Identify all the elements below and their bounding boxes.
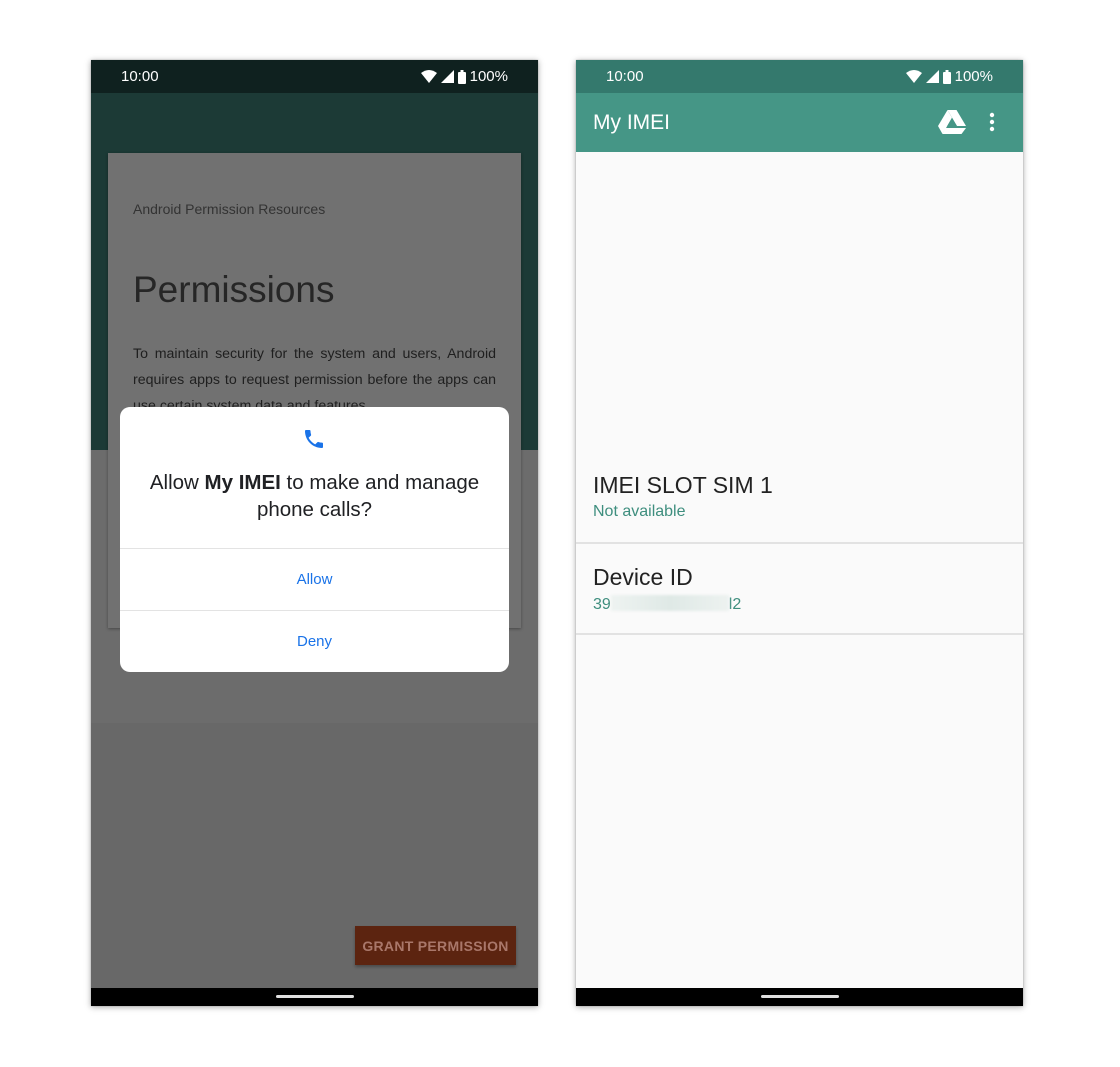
battery-percent: 100% [954, 68, 993, 85]
app-title: My IMEI [593, 111, 670, 134]
dialog-message-prefix: Allow [149, 471, 205, 494]
drive-icon[interactable] [938, 110, 966, 139]
card-eyebrow: Android Permission Resources [133, 201, 326, 217]
signal-icon [925, 70, 939, 83]
home-gesture-handle[interactable] [760, 995, 839, 998]
list-item-value: 39 l2 [593, 595, 741, 614]
home-gesture-handle[interactable] [275, 995, 354, 998]
battery-percent: 100% [469, 68, 508, 85]
list-item-title: Device ID [593, 564, 693, 590]
device-id-start: 39 [593, 596, 611, 613]
allow-button[interactable]: Allow [120, 549, 509, 611]
status-icons: 100% [420, 68, 508, 85]
list-divider [576, 633, 1023, 635]
wifi-icon [420, 70, 437, 83]
list-item-device-id[interactable]: Device ID 39 l2 [576, 544, 1023, 633]
list-item-title: IMEI SLOT SIM 1 [593, 472, 773, 498]
navigation-bar [576, 988, 1023, 1006]
wifi-icon [905, 70, 922, 83]
phone-right-screen: 10:00 100% My IMEI IMEI SLOT SIM 1 Not a… [576, 60, 1023, 1006]
deny-button[interactable]: Deny [120, 611, 509, 672]
battery-icon [942, 69, 951, 84]
dialog-message-suffix: to make and manage phone calls? [256, 471, 480, 521]
status-time: 10:00 [121, 68, 159, 85]
navigation-bar [91, 988, 538, 1006]
status-bar: 10:00 100% [91, 60, 538, 93]
status-time: 10:00 [606, 68, 644, 85]
permission-dialog: Allow My IMEI to make and manage phone c… [120, 407, 509, 672]
phone-left-screen: 10:00 100% Android Permission Resources … [91, 60, 538, 1006]
more-vert-icon[interactable] [989, 112, 995, 137]
device-id-end: l2 [728, 596, 742, 613]
status-bar: 10:00 100% [576, 60, 1023, 93]
list-item-imei-slot[interactable]: IMEI SLOT SIM 1 Not available [576, 460, 1023, 542]
dialog-message: Allow My IMEI to make and manage phone c… [120, 469, 509, 523]
dialog-app-name: My IMEI [204, 471, 281, 494]
redacted-blur [610, 595, 729, 611]
app-bar: My IMEI [576, 93, 1023, 152]
list-item-value: Not available [593, 503, 686, 520]
battery-icon [457, 69, 466, 84]
signal-icon [440, 70, 454, 83]
card-title: Permissions [133, 269, 335, 310]
grant-permission-button[interactable]: GRANT PERMISSION [355, 926, 516, 965]
status-icons: 100% [905, 68, 993, 85]
phone-icon [302, 427, 326, 456]
